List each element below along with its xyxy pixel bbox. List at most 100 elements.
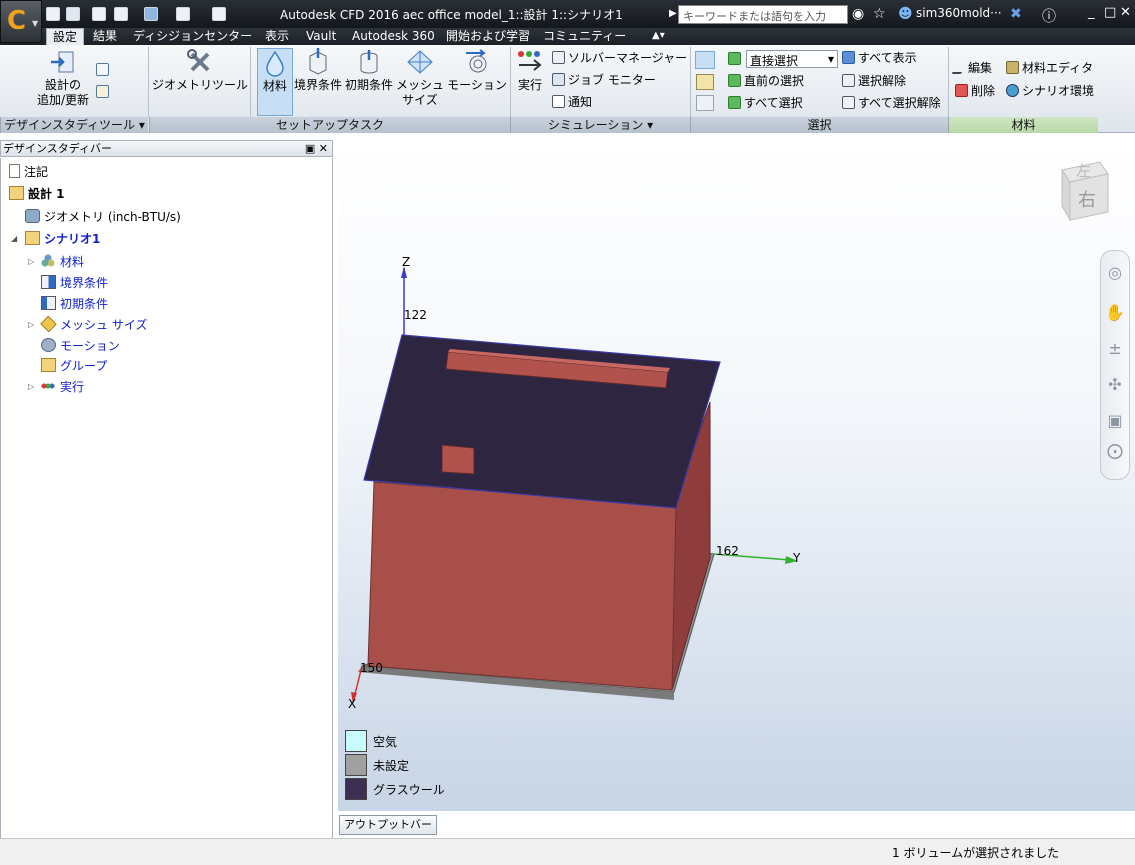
edit-design-button[interactable] (96, 85, 112, 100)
new-file-icon[interactable] (46, 7, 60, 21)
motion-icon (41, 338, 56, 352)
tree-node-geometry[interactable]: ジオメトリ (inch-BTU/s) (25, 208, 181, 226)
cube-select-icon (728, 52, 741, 65)
close-window-button[interactable]: ✕ (1120, 5, 1131, 20)
pan-hand-icon[interactable]: ✋ (1105, 303, 1125, 323)
expand-icon[interactable]: ▷ (28, 253, 34, 271)
deselect-button[interactable]: 選択解除 (842, 74, 906, 89)
geometry-tools-button[interactable]: ジオメトリツール (152, 48, 248, 93)
tree-node-motion[interactable]: モーション (41, 337, 120, 355)
scenario-environment-button[interactable]: シナリオ環境 (1006, 84, 1094, 99)
ribbon-toggle-icon[interactable]: ▲▾ (646, 28, 671, 45)
exchange-icon[interactable]: ✖ (1010, 6, 1022, 22)
tab-view[interactable]: 表示 (259, 28, 295, 45)
materials-button[interactable]: 材料 (257, 48, 293, 116)
model-canvas[interactable] (338, 140, 1135, 811)
deselect-all-button[interactable]: すべて選択解除 (842, 96, 941, 111)
simulation-footer[interactable]: シミュレーション ▾ (510, 117, 690, 133)
status-text: 1 ボリュームが選択されました (892, 846, 1060, 860)
tree-node-mesh[interactable]: ▷ メッシュ サイズ (28, 315, 147, 334)
search-input[interactable]: キーワードまたは語句を入力 (678, 5, 848, 24)
zoom-icon[interactable]: ± (1105, 339, 1125, 359)
setup-tasks-footer[interactable]: セットアップタスク (149, 117, 510, 133)
minimize-button[interactable]: _ (1088, 5, 1095, 20)
float-icon[interactable]: ▣ (305, 142, 315, 155)
tab-decision-center[interactable]: ディシジョンセンター (127, 28, 258, 45)
tree-node-materials[interactable]: ▷ 材料 (28, 253, 84, 271)
selection-mode-dropdown[interactable]: 直接選択 ▼ (746, 50, 838, 68)
chevron-right-icon[interactable]: ▶ (669, 8, 677, 19)
run-simulation-button[interactable]: 実行 (514, 48, 546, 93)
tree-node-groups[interactable]: グループ (41, 357, 107, 375)
select-surfaces-button[interactable] (696, 74, 714, 90)
view-icon[interactable] (176, 7, 190, 21)
x-dimension-label: 150 (360, 661, 383, 675)
tab-vault[interactable]: Vault (300, 28, 342, 45)
selection-footer[interactable]: 選択 (690, 117, 948, 133)
material-editor-button[interactable]: 材料エディタ (1006, 61, 1093, 76)
output-bar-tab[interactable]: アウトプットバー (339, 815, 437, 835)
design-study-icon[interactable] (144, 7, 158, 21)
pencil-icon (951, 61, 969, 74)
viewcube[interactable]: 左 右 (1056, 158, 1110, 224)
tree-node-initial[interactable]: 初期条件 (41, 295, 108, 313)
water-drop-icon (266, 50, 284, 77)
orbit-icon[interactable]: ✣ (1105, 375, 1125, 395)
tab-results[interactable]: 結果 (87, 28, 123, 45)
select-volumes-button[interactable] (695, 51, 715, 69)
maximize-button[interactable]: □ (1104, 5, 1116, 20)
tree-node-design[interactable]: 設計 1 (9, 185, 65, 203)
motion-button[interactable]: モーション (447, 48, 507, 93)
binoculars-icon[interactable]: ◉ (852, 6, 864, 22)
save-as-icon[interactable] (114, 7, 128, 21)
tab-community[interactable]: コミュニティー (537, 28, 632, 45)
expand-icon[interactable]: ▷ (28, 316, 34, 334)
collapse-icon[interactable]: ◢ (11, 230, 17, 248)
delete-material-button[interactable]: 削除 (955, 84, 995, 99)
copy-design-button[interactable] (96, 63, 112, 78)
initial-conditions-button[interactable]: 初期条件 (345, 48, 393, 93)
select-edges-button[interactable] (696, 95, 714, 111)
materials-footer[interactable]: 材料 (948, 117, 1098, 133)
separator (510, 47, 511, 117)
save-icon[interactable] (92, 7, 106, 21)
tree-node-scenario[interactable]: ◢ シナリオ1 (11, 230, 100, 248)
design-tools-footer[interactable]: デザインスタディツール ▾ (0, 117, 148, 133)
legend-swatch-air (345, 730, 367, 752)
notify-button[interactable]: 通知 (552, 95, 592, 110)
tab-autodesk-360[interactable]: Autodesk 360 (346, 28, 441, 45)
tree-node-boundary[interactable]: 境界条件 (41, 274, 108, 292)
look-at-icon[interactable]: ▣ (1105, 411, 1125, 431)
settings-icon[interactable] (212, 7, 226, 21)
mesh-size-button[interactable]: メッシュ サイズ (396, 48, 444, 108)
edit-note-icon (96, 85, 109, 98)
roof-vent-small[interactable] (441, 444, 475, 475)
tree-node-run[interactable]: ▷ 実行 (28, 378, 84, 396)
view-menu-icon[interactable]: ⨀ (1105, 441, 1125, 461)
help-icon[interactable]: ⓘ (1042, 6, 1056, 26)
solver-manager-button[interactable]: ソルバーマネージャー (552, 51, 687, 66)
import-icon (51, 51, 74, 73)
application-menu-button[interactable]: C ▼ (0, 0, 42, 43)
open-file-icon[interactable] (66, 7, 80, 21)
front-wall[interactable] (367, 481, 677, 691)
tree-node-notes[interactable]: 注記 (9, 163, 48, 181)
boundary-conditions-button[interactable]: 境界条件 (294, 48, 342, 93)
update-design-button[interactable]: 設計の 追加/更新 (32, 48, 94, 108)
expand-icon[interactable]: ▷ (28, 378, 34, 396)
edit-material-button[interactable]: 編集 (951, 61, 992, 76)
steering-wheel-icon[interactable]: ◎ (1105, 263, 1125, 283)
close-icon[interactable]: ✕ (319, 142, 328, 155)
select-all-button[interactable]: すべて選択 (728, 96, 803, 111)
status-bar: 1 ボリュームが選択されました (0, 838, 1135, 865)
user-icon[interactable]: ☻ (898, 6, 913, 22)
3d-viewport[interactable]: Z 122 Y 162 X 150 左 右 ◎ ✋ ± ✣ ▣ ⨀ 空気 未設定… (338, 140, 1135, 811)
show-all-button[interactable]: すべて表示 (842, 51, 917, 66)
star-icon[interactable]: ☆ (873, 6, 886, 22)
previous-selection-button[interactable]: 直前の選択 (728, 74, 804, 89)
tab-getting-started[interactable]: 開始および学習 (440, 28, 536, 45)
user-name[interactable]: sim360mold··· (916, 6, 1002, 20)
mesh-size-icon (40, 315, 57, 333)
tab-setup[interactable]: 設定 (46, 28, 85, 45)
job-monitor-button[interactable]: ジョブ モニター (552, 73, 656, 88)
